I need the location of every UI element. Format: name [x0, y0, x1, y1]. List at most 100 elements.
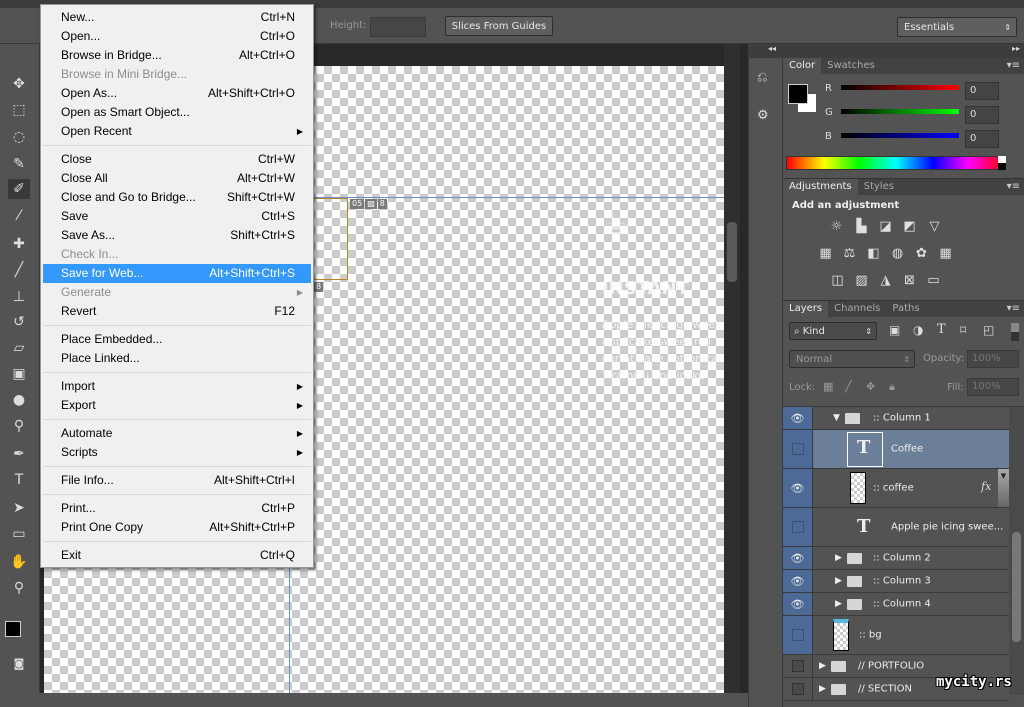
- selected-slice[interactable]: [313, 198, 348, 280]
- menu-item-print[interactable]: Print... Ctrl+P: [43, 499, 311, 518]
- slice-tool-icon[interactable]: ✐: [8, 179, 30, 199]
- visibility-toggle[interactable]: [783, 616, 813, 654]
- collapsed-triangle-icon[interactable]: ▶: [819, 661, 826, 671]
- menu-item-place-embedded[interactable]: Place Embedded...: [43, 330, 311, 349]
- red-slider[interactable]: R 0: [783, 82, 1024, 102]
- eye-icon[interactable]: 👁︎: [783, 407, 813, 429]
- collapsed-triangle-icon[interactable]: ▶: [835, 576, 842, 586]
- blur-tool-icon[interactable]: ●: [8, 390, 30, 410]
- workspace-select[interactable]: Essentials ⇕: [897, 17, 1017, 37]
- quick-select-tool-icon[interactable]: ✎: [8, 154, 30, 174]
- gradient-tool-icon[interactable]: ▣: [8, 364, 30, 384]
- invert-icon[interactable]: ◫: [829, 273, 846, 288]
- brightness-icon[interactable]: ☼: [828, 219, 845, 234]
- menu-item-place-linked[interactable]: Place Linked...: [43, 349, 311, 368]
- layer-row[interactable]: 👁︎ ▶ :: Column 4: [783, 593, 1009, 616]
- opacity-input[interactable]: 100%: [967, 350, 1019, 368]
- lasso-tool-icon[interactable]: ◌: [8, 127, 30, 147]
- menu-item-save[interactable]: Save Ctrl+S: [43, 207, 311, 226]
- threshold-icon[interactable]: ◮: [877, 273, 894, 288]
- menu-item-open-as-smart-object[interactable]: Open as Smart Object...: [43, 103, 311, 122]
- panel-menu-icon[interactable]: ▾≡: [1007, 301, 1024, 317]
- eraser-tool-icon[interactable]: ▱: [8, 338, 30, 358]
- history-brush-icon[interactable]: ↺: [8, 312, 30, 332]
- filter-shape-icon[interactable]: ⌑: [960, 323, 966, 337]
- menu-item-close[interactable]: Close Ctrl+W: [43, 150, 311, 169]
- tab-color[interactable]: Color: [783, 58, 822, 74]
- filter-toggle[interactable]: [1011, 323, 1019, 341]
- red-value-input[interactable]: 0: [965, 82, 999, 100]
- menu-item-file-info[interactable]: File Info... Alt+Shift+Ctrl+I: [43, 471, 311, 490]
- scrollbar-thumb[interactable]: [1012, 532, 1021, 642]
- tab-paths[interactable]: Paths: [886, 301, 925, 317]
- type-tool-icon[interactable]: T: [8, 470, 30, 490]
- lock-position-icon[interactable]: ✥: [866, 380, 875, 393]
- filter-adjustment-icon[interactable]: ◑: [913, 323, 923, 337]
- vibrance-icon[interactable]: ▽: [926, 219, 943, 234]
- collapsed-triangle-icon[interactable]: ▶: [835, 599, 842, 609]
- hue-saturation-icon[interactable]: ▦: [817, 246, 834, 261]
- menu-item-save-as[interactable]: Save As... Shift+Ctrl+S: [43, 226, 311, 245]
- menu-item-scripts[interactable]: Scripts ▶: [43, 443, 311, 462]
- fill-input[interactable]: 100%: [967, 378, 1019, 396]
- path-select-icon[interactable]: ➤: [8, 498, 30, 518]
- lock-all-icon[interactable]: 🔒︎: [889, 380, 895, 394]
- green-slider[interactable]: G 0: [783, 106, 1024, 126]
- layers-scrollbar[interactable]: [1009, 407, 1024, 695]
- blue-slider-track[interactable]: [841, 133, 959, 138]
- scrollbar-thumb[interactable]: [727, 222, 737, 282]
- eye-icon[interactable]: 👁︎: [783, 469, 813, 507]
- blue-slider[interactable]: B 0: [783, 130, 1024, 150]
- stamp-tool-icon[interactable]: ⊥: [8, 287, 30, 307]
- layer-row[interactable]: 👁︎ ▶ :: Column 2: [783, 547, 1009, 570]
- filter-type-icon[interactable]: T: [937, 322, 946, 337]
- visibility-toggle[interactable]: [783, 430, 813, 468]
- dodge-tool-icon[interactable]: ⚲: [8, 416, 30, 436]
- blue-value-input[interactable]: 0: [965, 130, 999, 148]
- green-slider-track[interactable]: [841, 109, 959, 114]
- menu-item-close-and-go-to-bridge[interactable]: Close and Go to Bridge... Shift+Ctrl+W: [43, 188, 311, 207]
- panel-menu-icon[interactable]: ▾≡: [1007, 179, 1024, 195]
- visibility-toggle[interactable]: [783, 655, 813, 677]
- menu-item-automate[interactable]: Automate ▶: [43, 424, 311, 443]
- blend-mode-select[interactable]: Normal ⇕: [789, 350, 915, 368]
- layer-row[interactable]: T Apple pie icing swee...: [783, 508, 1009, 547]
- menu-item-import[interactable]: Import ▶: [43, 377, 311, 396]
- eye-icon[interactable]: 👁︎: [783, 570, 813, 592]
- fx-icon[interactable]: fx: [981, 480, 991, 493]
- visibility-toggle[interactable]: [783, 508, 813, 546]
- exposure-icon[interactable]: ◩: [901, 219, 918, 234]
- black-white-icon[interactable]: ◧: [865, 246, 882, 261]
- color-spectrum[interactable]: [786, 156, 1006, 170]
- fx-expand-toggle[interactable]: ▼: [998, 469, 1009, 507]
- height-input[interactable]: [370, 17, 426, 37]
- visibility-toggle[interactable]: [783, 678, 813, 700]
- tab-swatches[interactable]: Swatches: [821, 58, 881, 74]
- menu-item-new[interactable]: New... Ctrl+N: [43, 8, 311, 27]
- pen-tool-icon[interactable]: ✒: [8, 444, 30, 464]
- levels-icon[interactable]: ▙: [853, 219, 870, 234]
- brush-tool-icon[interactable]: ╱: [8, 260, 30, 280]
- quick-mask-icon[interactable]: ◙: [8, 654, 30, 674]
- expanded-triangle-icon[interactable]: ▼: [833, 413, 840, 423]
- marquee-tool-icon[interactable]: ⬚: [8, 100, 30, 120]
- black-white-ramp[interactable]: [998, 156, 1006, 170]
- layer-row-selected[interactable]: T Coffee: [783, 430, 1009, 469]
- menu-item-revert[interactable]: Revert F12: [43, 302, 311, 321]
- menu-item-close-all[interactable]: Close All Alt+Ctrl+W: [43, 169, 311, 188]
- red-slider-track[interactable]: [841, 85, 959, 90]
- selective-color-icon[interactable]: ⊠: [901, 273, 918, 288]
- layer-filter-select[interactable]: ⌕ Kind ⇕: [789, 322, 877, 340]
- collapse-icon[interactable]: ◂◂: [768, 44, 776, 53]
- lock-transparent-icon[interactable]: ▦: [823, 380, 833, 393]
- color-balance-icon[interactable]: ⚖: [841, 246, 858, 261]
- shape-tool-icon[interactable]: ▭: [8, 524, 30, 544]
- menu-item-open-recent[interactable]: Open Recent ▶: [43, 122, 311, 141]
- gradient-map-icon[interactable]: ▭: [925, 273, 942, 288]
- healing-brush-icon[interactable]: ✚: [8, 234, 30, 254]
- menu-item-exit[interactable]: Exit Ctrl+Q: [43, 546, 311, 565]
- filter-smart-object-icon[interactable]: ◰: [983, 323, 994, 337]
- menu-item-open-as[interactable]: Open As... Alt+Shift+Ctrl+O: [43, 84, 311, 103]
- layer-row[interactable]: 👁︎ ▶ :: Column 3: [783, 570, 1009, 593]
- tab-adjustments[interactable]: Adjustments: [783, 179, 858, 195]
